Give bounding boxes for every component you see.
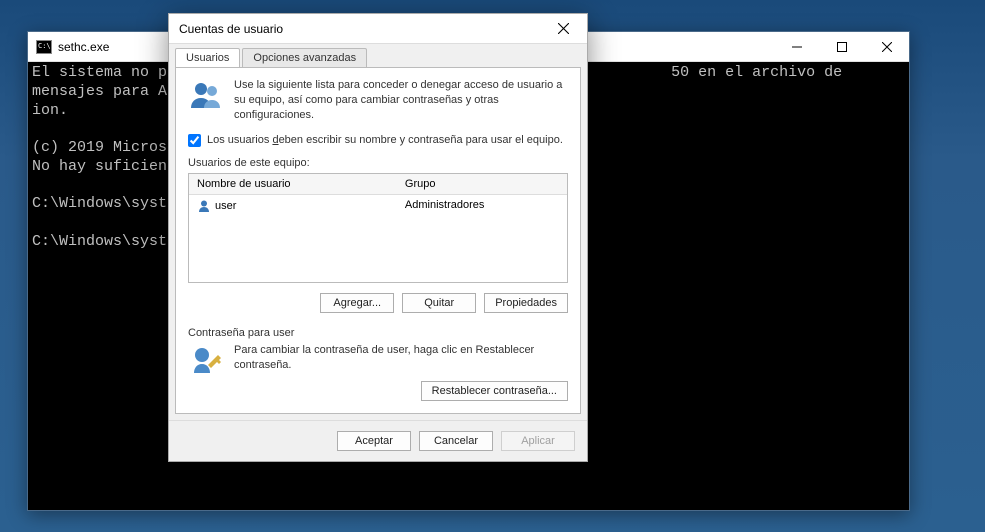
require-login-row: Los usuarios deben escribir su nombre y … xyxy=(188,133,568,147)
close-icon[interactable] xyxy=(547,17,579,41)
dialog-titlebar[interactable]: Cuentas de usuario xyxy=(169,14,587,44)
user-list[interactable]: Nombre de usuario Grupo userAdministrado… xyxy=(188,173,568,283)
intro-row: Use la siguiente lista para conceder o d… xyxy=(188,78,568,123)
users-icon xyxy=(188,78,224,114)
password-text: Para cambiar la contraseña de user, haga… xyxy=(234,343,568,373)
column-group[interactable]: Grupo xyxy=(397,174,567,194)
column-username[interactable]: Nombre de usuario xyxy=(189,174,397,194)
intro-text: Use la siguiente lista para conceder o d… xyxy=(234,78,568,123)
user-icon xyxy=(197,199,211,213)
require-login-label[interactable]: Los usuarios deben escribir su nombre y … xyxy=(207,133,563,147)
require-login-checkbox[interactable] xyxy=(188,134,201,147)
user-row-group: Administradores xyxy=(397,195,567,217)
user-row[interactable]: userAdministradores xyxy=(189,195,567,218)
remove-button[interactable]: Quitar xyxy=(402,293,476,313)
minimize-button[interactable] xyxy=(774,32,819,61)
user-accounts-dialog: Cuentas de usuario Usuarios Opciones ava… xyxy=(168,13,588,462)
tab-row: Usuarios Opciones avanzadas xyxy=(169,44,587,67)
ok-button[interactable]: Aceptar xyxy=(337,431,411,451)
dialog-footer: Aceptar Cancelar Aplicar xyxy=(169,420,587,461)
close-button[interactable] xyxy=(864,32,909,61)
reset-password-button[interactable]: Restablecer contraseña... xyxy=(421,381,568,401)
apply-button: Aplicar xyxy=(501,431,575,451)
tab-users[interactable]: Usuarios xyxy=(175,48,240,67)
user-buttons-row: Agregar... Quitar Propiedades xyxy=(188,293,568,313)
tab-panel-users: Use la siguiente lista para conceder o d… xyxy=(175,67,581,414)
password-section-title: Contraseña para user xyxy=(188,327,568,339)
key-icon xyxy=(188,343,224,379)
password-section: Contraseña para user Para cambiar la con… xyxy=(188,327,568,401)
users-section-label: Usuarios de este equipo: xyxy=(188,157,568,169)
add-button[interactable]: Agregar... xyxy=(320,293,394,313)
cmd-icon xyxy=(36,40,52,54)
user-list-header[interactable]: Nombre de usuario Grupo xyxy=(189,174,567,195)
maximize-button[interactable] xyxy=(819,32,864,61)
properties-button[interactable]: Propiedades xyxy=(484,293,568,313)
tab-advanced[interactable]: Opciones avanzadas xyxy=(242,48,367,67)
cancel-button[interactable]: Cancelar xyxy=(419,431,493,451)
dialog-title: Cuentas de usuario xyxy=(179,22,547,36)
user-row-name: user xyxy=(189,195,397,217)
